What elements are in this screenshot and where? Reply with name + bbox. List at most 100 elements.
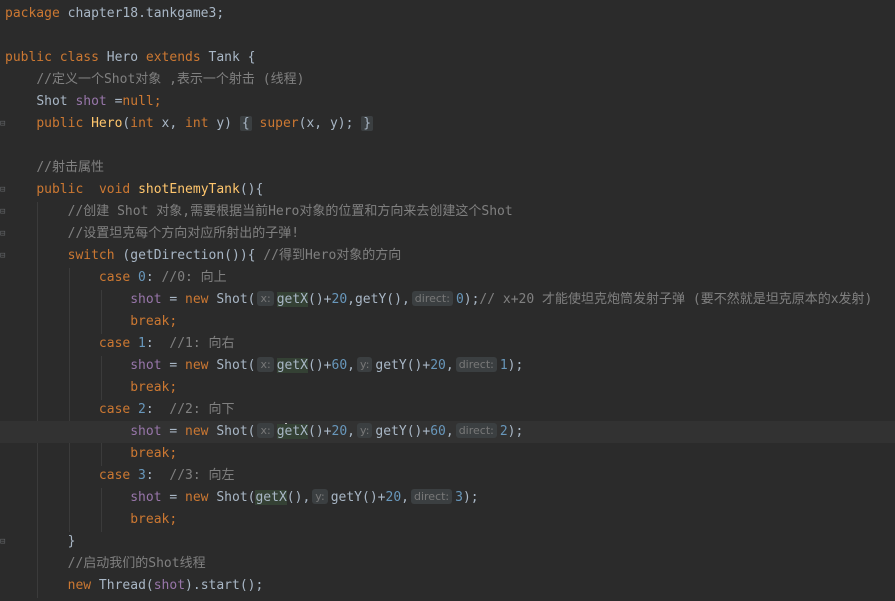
number: 3 bbox=[130, 468, 146, 483]
param-hint: y: bbox=[356, 357, 373, 372]
paren: ); bbox=[463, 292, 480, 307]
field-name: shot bbox=[130, 292, 162, 307]
code-line-shot-assign[interactable]: shot = new Shot(getX(), y: getY()+20, direc… bbox=[0, 487, 895, 509]
field-name: shot bbox=[130, 424, 162, 439]
constructor-call: Shot( bbox=[208, 358, 256, 373]
code-line-comment[interactable]: ⊟ //设置坦克每个方向对应所射出的子弹! bbox=[0, 223, 895, 245]
number: 2 bbox=[130, 402, 146, 417]
code-editor[interactable]: package chapter18.tankgame3; public clas… bbox=[0, 0, 895, 601]
param-hint: x: bbox=[257, 423, 274, 438]
paren: ); bbox=[507, 358, 524, 373]
code-line-constructor[interactable]: ⊟ public Hero(int x, int y) { super(x, y… bbox=[0, 113, 895, 135]
number: 60 bbox=[331, 358, 348, 373]
field-name: shot bbox=[130, 490, 162, 505]
operator: = bbox=[161, 490, 186, 505]
keyword: new bbox=[185, 358, 209, 373]
code-line-field[interactable]: Shot shot =null; bbox=[0, 91, 895, 113]
code-line-break[interactable]: break; bbox=[0, 377, 895, 399]
code-line-break[interactable]: break; bbox=[0, 311, 895, 333]
keyword: null bbox=[122, 94, 154, 109]
code-line-break[interactable]: break; bbox=[0, 509, 895, 531]
comment: //启动我们的Shot线程 bbox=[67, 556, 206, 571]
number: 20 bbox=[385, 490, 402, 505]
method-call: getX bbox=[276, 358, 309, 373]
comment: // x+20 才能使坦克炮筒发射子弹 (要不然就是坦克原本的x发射) bbox=[479, 292, 873, 307]
keyword: switch bbox=[67, 248, 115, 263]
code-line-comment[interactable]: //定义一个Shot对象 ,表示一个射击 (线程) bbox=[0, 69, 895, 91]
param-hint: x: bbox=[257, 357, 274, 372]
number: 0 bbox=[130, 270, 146, 285]
method-call: getY()+ bbox=[330, 490, 386, 505]
code-line-comment[interactable]: //启动我们的Shot线程 bbox=[0, 553, 895, 575]
code-line-shot-assign[interactable]: shot = new Shot(x: getX()+60, y: getY()+20,… bbox=[0, 355, 895, 377]
paren: ()+ bbox=[308, 292, 332, 307]
operator: = bbox=[106, 94, 123, 109]
method-call-g: g bbox=[276, 424, 285, 439]
type-name: Shot bbox=[36, 94, 76, 109]
method-call: getY()+ bbox=[375, 358, 431, 373]
keyword: class bbox=[59, 50, 99, 65]
comment: //0: 向上 bbox=[161, 270, 227, 285]
keyword: case bbox=[98, 468, 131, 483]
number: 20 bbox=[331, 292, 348, 307]
comment: //射击属性 bbox=[36, 160, 104, 175]
code-line-method-decl[interactable]: ⊟ public void shotEnemyTank(){ bbox=[0, 179, 895, 201]
paren: (){ bbox=[239, 182, 264, 197]
switch-expr: (getDirection()){ bbox=[114, 248, 264, 263]
semicolon: ; bbox=[169, 380, 178, 395]
code-line-thread-start[interactable]: new Thread(shot).start(); bbox=[0, 575, 895, 597]
superclass: Tank { bbox=[200, 50, 256, 65]
code-line-comment[interactable]: ⊟ //创建 Shot 对象,需要根据当前Hero对象的位置和方向来去创建这个S… bbox=[0, 201, 895, 223]
paren: ); bbox=[507, 424, 524, 439]
comment: //定义一个Shot对象 ,表示一个射击 (线程) bbox=[36, 72, 305, 87]
method-call: ).start(); bbox=[185, 578, 264, 593]
paren: (), bbox=[286, 490, 311, 505]
comma: , bbox=[445, 358, 454, 373]
class-name: Hero bbox=[98, 50, 146, 65]
keyword: new bbox=[185, 424, 209, 439]
number: 3 bbox=[455, 490, 463, 505]
folded-brace[interactable]: } bbox=[361, 116, 374, 131]
keyword: break bbox=[130, 512, 170, 527]
number: 20 bbox=[331, 424, 348, 439]
paren: ()+ bbox=[308, 358, 332, 373]
code-line-switch[interactable]: ⊟ switch (getDirection()){ //得到Hero对象的方向 bbox=[0, 245, 895, 267]
method-name: shotEnemyTank bbox=[138, 182, 240, 197]
code-line-case[interactable]: case 1: //1: 向右 bbox=[0, 333, 895, 355]
keyword: public bbox=[5, 50, 52, 65]
number: 1 bbox=[499, 358, 508, 373]
paren: ()+ bbox=[308, 424, 332, 439]
code-line-package[interactable]: package chapter18.tankgame3; bbox=[0, 3, 895, 25]
code-line-shot-assign[interactable]: shot = new Shot(x: getX()+20,getY(), direc… bbox=[0, 289, 895, 311]
number: 20 bbox=[430, 358, 446, 373]
keyword: case bbox=[98, 270, 131, 285]
code-line-close-brace[interactable]: ⊟ } bbox=[0, 531, 895, 553]
code-line-break[interactable]: break; bbox=[0, 443, 895, 465]
comma: , bbox=[347, 424, 355, 439]
param-hint: y: bbox=[312, 489, 328, 504]
keyword: break bbox=[130, 380, 170, 395]
args: (x, y); bbox=[298, 116, 354, 131]
code-line-class-decl[interactable]: public class Hero extends Tank { bbox=[0, 47, 895, 69]
folded-brace[interactable]: { bbox=[239, 116, 252, 131]
param: y) bbox=[208, 116, 233, 131]
keyword: super bbox=[259, 116, 299, 131]
operator: = bbox=[161, 292, 186, 307]
code-line-case[interactable]: case 3: //3: 向左 bbox=[0, 465, 895, 487]
package-name: chapter18.tankgame3; bbox=[59, 6, 225, 21]
number: 1 bbox=[130, 336, 146, 351]
semicolon: ; bbox=[169, 314, 178, 329]
code-line-comment[interactable]: //射击属性 bbox=[0, 157, 895, 179]
semicolon: ; bbox=[169, 512, 178, 527]
operator: = bbox=[161, 424, 186, 439]
comment: //2: 向下 bbox=[169, 402, 235, 417]
code-line-case[interactable]: case 0: //0: 向上 bbox=[0, 267, 895, 289]
keyword: int bbox=[130, 116, 154, 131]
constructor-call: Shot( bbox=[208, 424, 256, 439]
code-line-shot-assign-current[interactable]: shot = new Shot(x: getX()+20, y: getY()+60,… bbox=[0, 421, 895, 443]
args: ,getY(), bbox=[347, 292, 410, 307]
method-call: getY()+ bbox=[375, 424, 431, 439]
colon: : bbox=[145, 336, 170, 351]
keyword: public bbox=[36, 116, 84, 131]
code-line-case[interactable]: case 2: //2: 向下 bbox=[0, 399, 895, 421]
